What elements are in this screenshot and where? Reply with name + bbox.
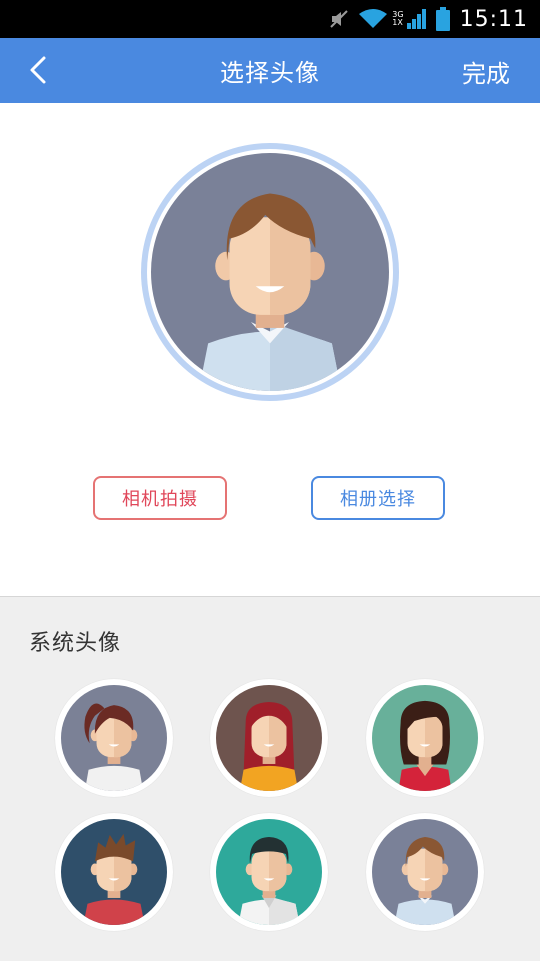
avatar-illustration [61,685,167,791]
avatar-illustration [216,819,322,925]
camera-capture-button[interactable]: 相机拍摄 [93,476,227,520]
avatar-illustration [216,685,322,791]
wifi-icon [358,8,388,30]
status-time: 15:11 [459,6,528,32]
avatar-illustration [372,685,478,791]
status-bar: 3G 1X 15:11 [0,0,540,38]
system-avatars-section: 系统头像 [0,596,540,961]
mute-icon [328,8,350,30]
system-avatar-girl-red-hair[interactable] [210,679,328,797]
system-avatar-boy-spiky[interactable] [55,813,173,931]
current-avatar [141,143,399,401]
system-avatar-man-brown-hair[interactable] [366,813,484,931]
album-select-button[interactable]: 相册选择 [311,476,445,520]
current-avatar-inner [147,149,393,395]
avatar-illustration [151,153,389,391]
network-bottom-label: 1X [392,18,403,27]
system-avatars-label: 系统头像 [29,631,122,656]
system-avatar-girl-dark-hair[interactable] [366,679,484,797]
chevron-left-icon[interactable] [20,52,56,88]
network-type: 3G 1X [392,11,403,27]
app-bar: 选择头像 完成 [0,38,540,103]
page-title: 选择头像 [220,59,320,87]
battery-icon [435,7,450,31]
avatar-illustration [61,819,167,925]
signal-icon [406,8,428,30]
avatar-illustration [372,819,478,925]
system-avatar-girl-ponytail[interactable] [55,679,173,797]
done-button[interactable]: 完成 [462,54,510,89]
system-avatar-man-dark-hair[interactable] [210,813,328,931]
